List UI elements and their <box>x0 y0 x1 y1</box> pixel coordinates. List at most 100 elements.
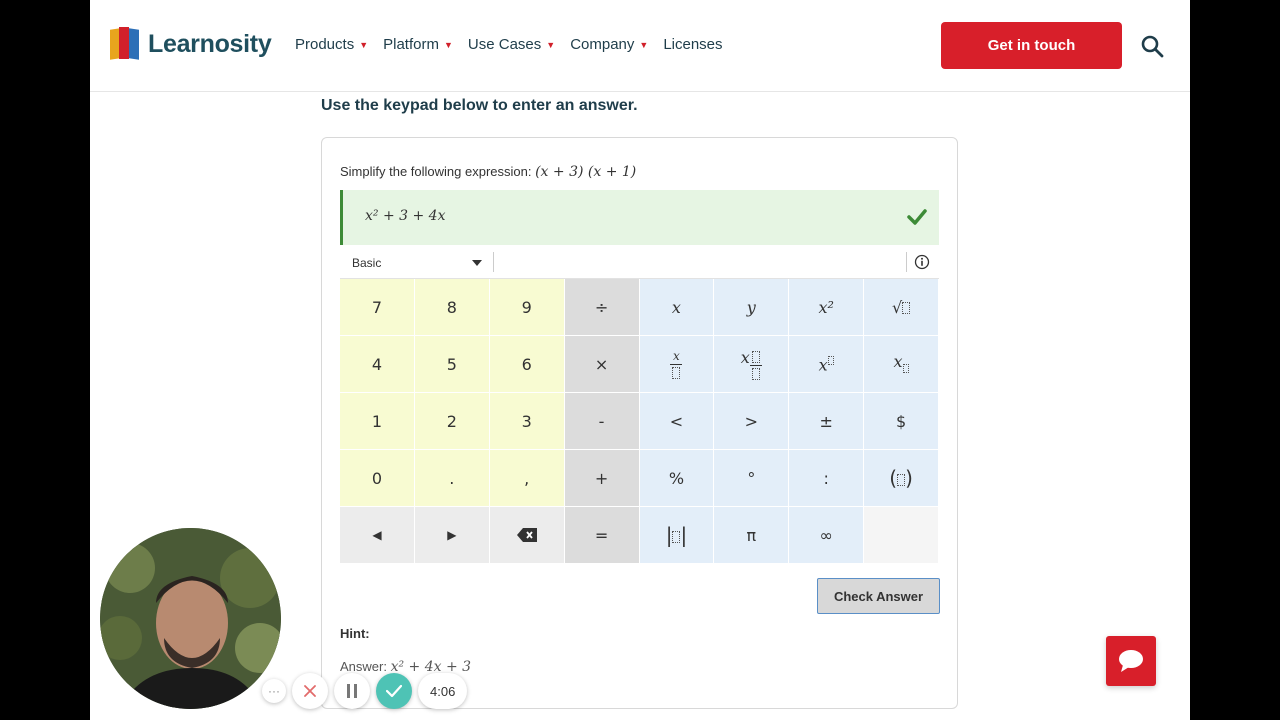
key-less-than[interactable]: < <box>639 393 715 450</box>
info-icon[interactable] <box>914 254 930 270</box>
logo[interactable]: Learnosity <box>108 26 272 62</box>
recording-timer: 4:06 <box>418 673 468 709</box>
key-3[interactable]: 3 <box>489 393 565 450</box>
question-text: Simplify the following expression: (x + … <box>340 164 636 180</box>
chevron-down-icon: ▼ <box>639 39 649 50</box>
key-decimal[interactable]: . <box>414 450 490 507</box>
divider <box>906 252 907 272</box>
key-absolute-value[interactable]: | | <box>639 507 715 564</box>
key-1[interactable]: 1 <box>340 393 415 450</box>
hint-answer-prefix: Answer: <box>340 659 391 674</box>
main-nav: Products ▼ Platform ▼ Use Cases ▼ Company ▼ … <box>295 36 738 53</box>
key-greater-than[interactable]: > <box>714 393 790 450</box>
backspace-icon <box>516 528 537 542</box>
presenter-video <box>100 528 281 709</box>
nav-item-licenses[interactable]: Licenses <box>663 36 722 53</box>
nav-label: Platform <box>383 36 439 53</box>
absolute-value-icon: | | <box>665 523 688 547</box>
nav-item-use-cases[interactable]: Use Cases ▼ <box>468 36 555 53</box>
key-x[interactable]: x <box>639 279 715 336</box>
dropdown-arrow-icon[interactable] <box>472 260 482 266</box>
chevron-down-icon: ▼ <box>546 39 556 50</box>
nav-item-products[interactable]: Products ▼ <box>295 36 368 53</box>
parentheses-icon: () <box>889 466 913 490</box>
nav-item-company[interactable]: Company ▼ <box>570 36 648 53</box>
key-sqrt[interactable]: √ <box>864 279 939 336</box>
chat-icon <box>1119 650 1143 672</box>
nav-item-platform[interactable]: Platform ▼ <box>383 36 453 53</box>
key-superscript[interactable]: x <box>789 336 865 393</box>
question-card: Simplify the following expression: (x + … <box>321 137 958 709</box>
key-equals[interactable]: = <box>564 507 640 564</box>
chevron-down-icon: ▼ <box>359 39 369 50</box>
key-infinity[interactable]: ∞ <box>789 507 865 564</box>
key-minus[interactable]: - <box>564 393 640 450</box>
superscript-icon: x <box>819 353 834 375</box>
sqrt-icon: √ <box>892 298 911 317</box>
fraction-icon: x <box>670 350 683 379</box>
key-6[interactable]: 6 <box>489 336 565 393</box>
answer-input[interactable]: x² + 3 + 4x <box>340 190 939 245</box>
recording-controls: ··· 4:06 <box>262 673 468 709</box>
keypad-mode-select[interactable]: Basic <box>352 256 381 270</box>
key-pi[interactable]: π <box>714 507 790 564</box>
logo-text: Learnosity <box>148 29 272 58</box>
math-keypad: 7 8 9 ÷ x y x² √ 4 5 6 × x x x x 1 2 3 -… <box>340 279 939 564</box>
key-2[interactable]: 2 <box>414 393 490 450</box>
keypad-toolbar: Basic <box>340 246 939 279</box>
key-0[interactable]: 0 <box>340 450 415 507</box>
key-subscript[interactable]: x <box>864 336 939 393</box>
instruction-heading: Use the keypad below to enter an answer. <box>321 97 638 114</box>
key-cursor-left[interactable]: ◀ <box>340 507 415 564</box>
more-options-button[interactable]: ··· <box>262 679 286 703</box>
site-header: Learnosity Products ▼ Platform ▼ Use Cases… <box>90 0 1190 92</box>
key-mixed-fraction[interactable]: x <box>714 336 790 393</box>
key-parentheses[interactable]: () <box>864 450 939 507</box>
key-4[interactable]: 4 <box>340 336 415 393</box>
check-icon <box>386 684 402 698</box>
nav-label: Products <box>295 36 355 53</box>
key-divide[interactable]: ÷ <box>564 279 640 336</box>
mixed-fraction-icon: x <box>741 348 762 380</box>
key-degree[interactable]: ° <box>714 450 790 507</box>
hint-label: Hint: <box>340 626 370 641</box>
key-backspace[interactable] <box>489 507 565 564</box>
nav-label: Company <box>570 36 635 53</box>
key-8[interactable]: 8 <box>414 279 490 336</box>
divider <box>493 252 494 272</box>
key-7[interactable]: 7 <box>340 279 415 336</box>
get-in-touch-button[interactable]: Get in touch <box>941 22 1122 69</box>
key-plus-minus[interactable]: ± <box>789 393 865 450</box>
arrow-right-icon: ▶ <box>447 528 457 542</box>
key-y[interactable]: y <box>714 279 790 336</box>
key-x-squared[interactable]: x² <box>789 279 865 336</box>
key-multiply[interactable]: × <box>564 336 640 393</box>
logo-mark-icon <box>108 27 142 61</box>
question-prefix: Simplify the following expression: <box>340 164 536 179</box>
key-5[interactable]: 5 <box>414 336 490 393</box>
subscript-icon: x <box>894 352 909 375</box>
search-icon[interactable] <box>1140 34 1164 58</box>
key-empty <box>864 507 939 564</box>
pause-icon <box>347 684 357 698</box>
chat-button[interactable] <box>1106 636 1156 686</box>
close-icon <box>304 685 316 697</box>
key-comma[interactable]: , <box>489 450 565 507</box>
key-dollar[interactable]: $ <box>864 393 939 450</box>
key-colon[interactable]: : <box>789 450 865 507</box>
check-icon <box>907 209 927 225</box>
key-fraction[interactable]: x <box>639 336 715 393</box>
check-answer-button[interactable]: Check Answer <box>817 578 940 614</box>
finish-recording-button[interactable] <box>376 673 412 709</box>
question-expression: (x + 3) (x + 1) <box>535 164 637 180</box>
key-cursor-right[interactable]: ▶ <box>414 507 490 564</box>
discard-recording-button[interactable] <box>292 673 328 709</box>
key-percent[interactable]: % <box>639 450 715 507</box>
webcam-overlay <box>100 528 281 709</box>
nav-label: Use Cases <box>467 36 542 53</box>
nav-label: Licenses <box>663 36 723 53</box>
chevron-down-icon: ▼ <box>443 39 453 50</box>
key-9[interactable]: 9 <box>489 279 565 336</box>
key-plus[interactable]: + <box>564 450 640 507</box>
pause-recording-button[interactable] <box>334 673 370 709</box>
